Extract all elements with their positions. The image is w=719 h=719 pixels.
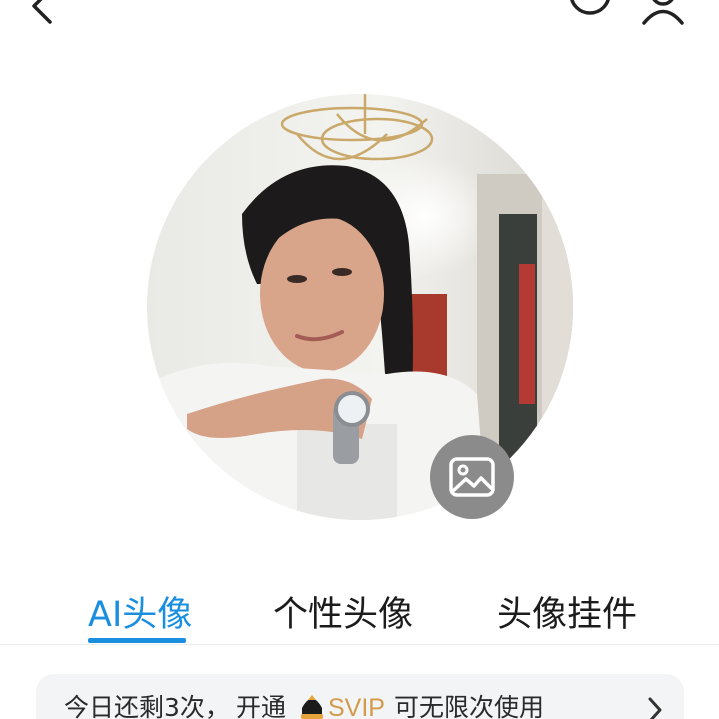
avatar[interactable] — [147, 94, 573, 520]
tab-divider — [0, 644, 719, 645]
remaining-uses-text: 今日还剩3次， — [64, 693, 230, 719]
svip-crown-icon — [301, 695, 323, 719]
tab-avatar-pendant[interactable]: 头像挂件 — [497, 594, 637, 636]
unlimited-use-text: 可无限次使用 — [394, 693, 545, 719]
avatar-photo — [147, 94, 573, 520]
active-tab-indicator — [88, 638, 186, 643]
person-icon — [642, 0, 684, 25]
open-text: 开通 — [236, 693, 287, 719]
back-arrow-icon — [32, 0, 52, 24]
image-icon — [449, 457, 495, 497]
tab-personal-avatar[interactable]: 个性头像 — [273, 594, 413, 636]
avatar-container — [147, 94, 573, 520]
back-button[interactable] — [24, 0, 60, 30]
svip-badge: SVIP — [328, 694, 385, 719]
chevron-right-icon — [648, 697, 662, 719]
avatar-tabs: AI头像 个性头像 头像挂件 — [0, 586, 719, 646]
change-avatar-button[interactable] — [430, 435, 514, 519]
profile-button[interactable] — [640, 0, 686, 30]
tab-ai-avatar[interactable]: AI头像 — [88, 594, 192, 636]
history-button[interactable] — [568, 0, 612, 28]
history-clock-icon — [570, 0, 610, 15]
avatar-page: AI头像 个性头像 头像挂件 今日还剩3次， 开通 SVIP 可无限次使用 — [0, 0, 719, 719]
svip-promo-banner[interactable]: 今日还剩3次， 开通 SVIP 可无限次使用 — [36, 674, 684, 719]
